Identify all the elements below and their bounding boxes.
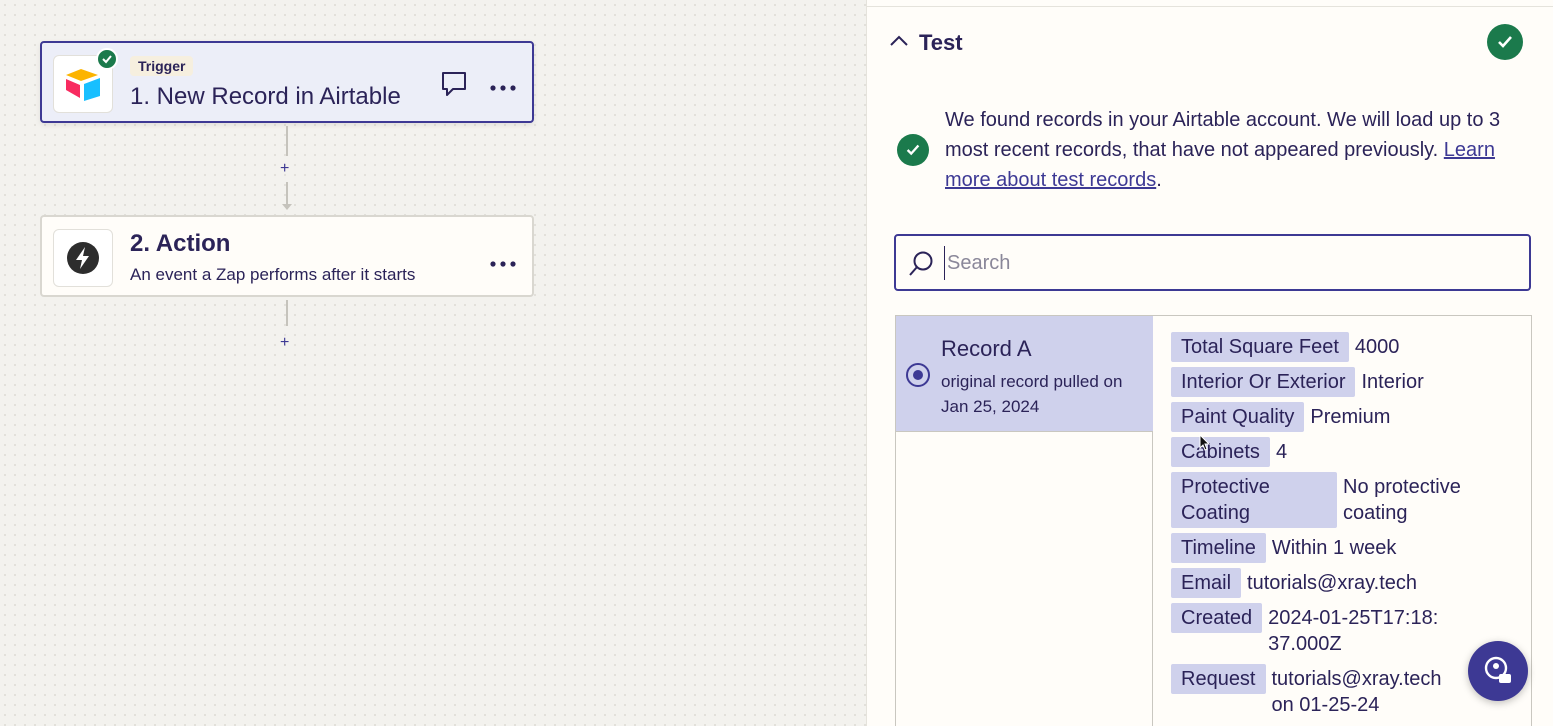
field-row: Protective Coating No protective coating [1171, 472, 1521, 528]
trigger-badge: Trigger [130, 56, 194, 76]
field-value: tutorials@xray.tech on 01-25-24 [1271, 668, 1442, 716]
search-input[interactable] [944, 246, 1514, 280]
field-row: Paint Quality Premium [1171, 402, 1521, 432]
field-key[interactable]: Interior Or Exterior [1171, 367, 1356, 397]
zap-editor-canvas: Trigger 1. New Record in Airtable + 2. A… [0, 0, 866, 726]
field-key[interactable]: Protective Coating [1171, 472, 1337, 528]
connector-line [286, 182, 288, 204]
connector-arrow [282, 204, 292, 210]
field-key[interactable]: Email [1171, 568, 1242, 598]
action-step-card[interactable]: 2. Action An event a Zap performs after … [40, 215, 534, 297]
record-name: Record A [941, 336, 1032, 361]
action-step-subtitle: An event a Zap performs after it starts [130, 265, 416, 284]
step-success-check-icon [96, 48, 118, 70]
test-panel: Test We found records in your Airtable a… [866, 0, 1553, 726]
record-radio-selected[interactable] [906, 363, 930, 387]
test-message: We found records in your Airtable accoun… [945, 105, 1535, 195]
connector-line [286, 126, 288, 156]
trigger-step-title: 1. New Record in Airtable [130, 83, 401, 110]
trigger-step-card[interactable]: Trigger 1. New Record in Airtable [40, 41, 534, 123]
field-key[interactable]: Paint Quality [1171, 402, 1305, 432]
field-row: Email tutorials@xray.tech [1171, 568, 1521, 598]
chevron-up-icon[interactable] [889, 34, 909, 53]
field-row: Created 2024-01-25T17:18:37.000Z [1171, 603, 1521, 659]
message-text: We found records in your Airtable accoun… [945, 109, 1501, 161]
search-box[interactable] [894, 234, 1531, 291]
field-value: Within 1 week [1271, 537, 1397, 559]
field-value: tutorials@xray.tech [1247, 572, 1418, 594]
field-row: Interior Or Exterior Interior [1171, 367, 1521, 397]
connector-line [286, 300, 288, 326]
field-key[interactable]: Timeline [1171, 533, 1266, 563]
search-icon [908, 250, 934, 283]
message-check-icon [897, 134, 929, 166]
field-value: 2024-01-25T17:18:37.000Z [1268, 607, 1439, 655]
field-value: 4000 [1354, 336, 1400, 358]
action-step-title: 2. Action [130, 230, 231, 257]
field-key[interactable]: Total Square Feet [1171, 332, 1349, 362]
field-value: Interior [1361, 371, 1424, 393]
help-chat-icon[interactable] [1468, 641, 1528, 701]
record-subtitle: original record pulled on Jan 25, 2024 [941, 372, 1123, 416]
field-value: 4 [1275, 441, 1288, 463]
records-panel: Record A original record pulled on Jan 2… [895, 315, 1532, 726]
field-key[interactable]: Request [1171, 664, 1266, 694]
lightning-bolt-icon [53, 229, 113, 287]
add-step-plus[interactable]: + [280, 160, 289, 178]
divider [867, 6, 1553, 7]
more-dots-icon[interactable] [490, 254, 516, 272]
message-end: . [1156, 169, 1162, 191]
add-step-plus[interactable]: + [280, 334, 289, 352]
more-dots-icon[interactable] [490, 78, 516, 96]
record-item-a[interactable]: Record A original record pulled on Jan 2… [896, 316, 1153, 432]
field-key[interactable]: Created [1171, 603, 1263, 633]
field-value: No protective coating [1343, 476, 1461, 524]
section-title[interactable]: Test [919, 30, 963, 56]
comment-icon[interactable] [440, 70, 468, 103]
field-row: Timeline Within 1 week [1171, 533, 1521, 563]
field-row: Cabinets 4 [1171, 437, 1521, 467]
field-value: Premium [1310, 406, 1391, 428]
field-row: Total Square Feet 4000 [1171, 332, 1521, 362]
mouse-cursor-icon [1199, 433, 1211, 457]
field-key[interactable]: Cabinets [1171, 437, 1270, 467]
record-list: Record A original record pulled on Jan 2… [896, 316, 1153, 726]
test-success-check-icon [1487, 24, 1523, 60]
